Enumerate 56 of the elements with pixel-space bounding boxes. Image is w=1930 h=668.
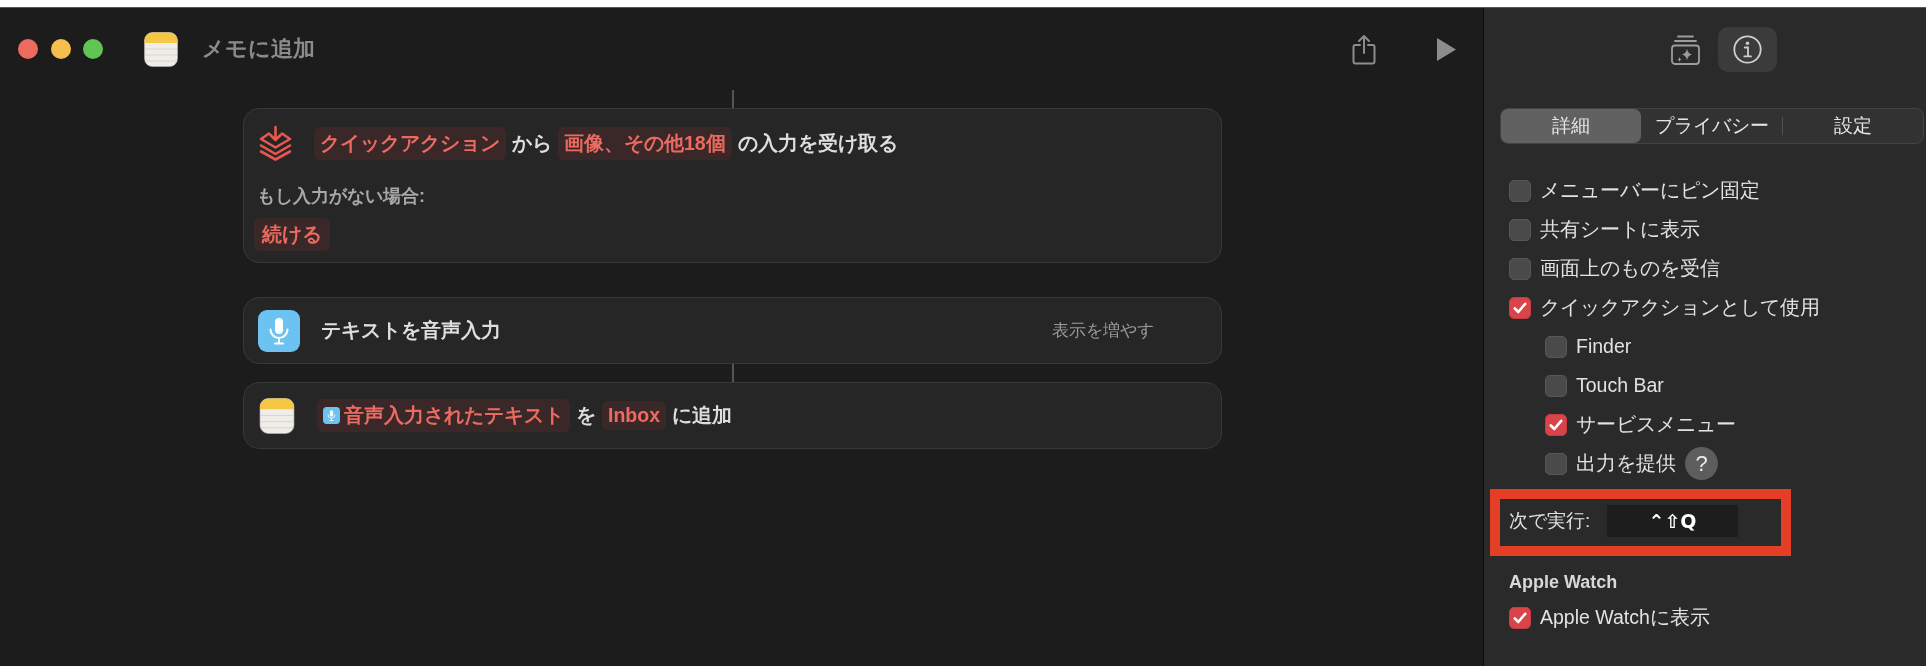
checkbox-label: 共有シートに表示 — [1540, 217, 1700, 242]
checkbox-label: Apple Watchに表示 — [1540, 605, 1710, 630]
checkmark-icon — [1549, 418, 1563, 431]
tab[interactable]: 設定 — [1783, 109, 1923, 143]
checkbox[interactable] — [1509, 296, 1531, 319]
tab[interactable]: 詳細 — [1501, 109, 1641, 143]
connector-line — [732, 90, 734, 108]
zoom-button[interactable] — [83, 39, 103, 59]
action-text: を — [576, 403, 596, 428]
checkbox[interactable] — [1545, 452, 1567, 475]
microphone-icon — [323, 407, 340, 424]
minimize-button[interactable] — [50, 39, 71, 59]
download-stack-icon — [258, 125, 293, 161]
fallback-label: もし入力がない場合: — [257, 185, 425, 207]
checkbox[interactable] — [1509, 218, 1531, 241]
checkbox[interactable] — [1509, 179, 1531, 202]
checkbox-label: サービスメニュー — [1576, 412, 1736, 437]
parameter-token[interactable]: クイックアクション — [314, 126, 506, 160]
help-button[interactable]: ? — [1685, 447, 1718, 480]
checkbox-label: 出力を提供 — [1576, 451, 1676, 476]
checkbox[interactable] — [1545, 335, 1567, 358]
parameter-token[interactable]: 画像、その他18個 — [558, 126, 732, 160]
notepad-icon — [258, 397, 296, 434]
play-icon[interactable] — [1437, 37, 1456, 61]
shortcut-field[interactable]: ⌃⇧Q — [1607, 504, 1738, 537]
connector-line — [732, 364, 734, 382]
info-view-button[interactable] — [1718, 27, 1777, 72]
checkbox[interactable] — [1545, 374, 1567, 397]
checkbox-label: Touch Bar — [1576, 374, 1664, 397]
variable-token[interactable]: 音声入力されたテキスト — [317, 399, 570, 432]
parameter-token[interactable]: Inbox — [602, 401, 666, 430]
info-icon — [1733, 35, 1762, 64]
microphone-icon — [258, 309, 300, 352]
checkbox-label: クイックアクションとして使用 — [1540, 295, 1820, 320]
checkbox-label: メニューバーにピン固定 — [1540, 178, 1760, 203]
sparkle-stack-icon — [1671, 34, 1700, 65]
tab[interactable]: プライバシー — [1642, 109, 1782, 143]
checkbox-label: Finder — [1576, 335, 1632, 358]
share-icon[interactable] — [1352, 33, 1376, 65]
action-text: から — [512, 130, 552, 156]
checkbox[interactable] — [1509, 606, 1531, 629]
action-text: に追加 — [672, 403, 732, 428]
checkmark-icon — [1513, 301, 1527, 314]
checkmark-icon — [1513, 611, 1527, 624]
checkbox[interactable] — [1545, 413, 1567, 436]
section-heading: Apple Watch — [1509, 572, 1618, 592]
notepad-icon — [144, 31, 178, 67]
action-text: テキストを音声入力 — [321, 318, 501, 343]
show-more-link[interactable]: 表示を増やす — [1052, 319, 1154, 342]
shortcut-label: 次で実行: — [1509, 508, 1591, 533]
action-text: の入力を受け取る — [737, 130, 898, 156]
checkbox[interactable] — [1509, 257, 1531, 280]
checkbox-label: 画面上のものを受信 — [1540, 256, 1720, 281]
close-button[interactable] — [18, 39, 38, 59]
window-title: メモに追加 — [202, 35, 315, 63]
parameter-token[interactable]: 続ける — [254, 218, 330, 251]
